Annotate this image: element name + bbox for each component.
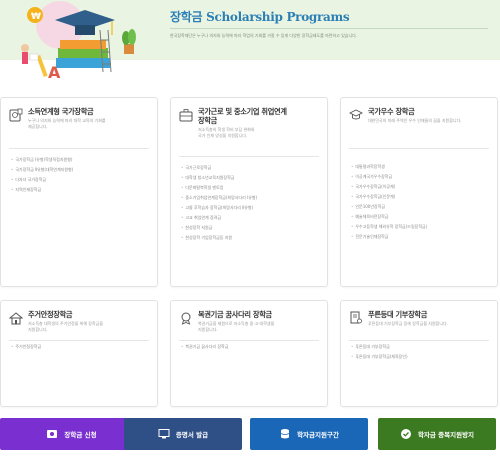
card-title: 국가우수 장학금 [368,107,415,116]
card-description: 푸른등대 기부장학금 등에 장학금을 지원합니다. [368,321,448,326]
card-item-list: 대통령과학장학생 이공계국가우수장학금 국가우수장학금(이공계) 국가우수장학금… [351,162,427,242]
list-item[interactable]: 주거안정장학금 [11,342,41,352]
list-item[interactable]: 국가우수장학금(이공계) [351,182,427,192]
button-label: 장학금 신청 [64,431,97,439]
check-circle-icon [400,429,411,439]
card-item-list: 국가근로장학금 대학생 청소년교육지원장학금 다문화탈북학생 멘토링 중소기업취… [181,163,257,243]
card-title: 복권기금 꿈사다리 장학금 [198,310,272,319]
button-label: 증명서 발급 [175,431,209,439]
list-item[interactable]: 한성장학 지원금 [181,223,257,233]
card-divider [9,340,149,341]
svg-text:₩: ₩ [31,12,41,22]
card-description: 대한민국의 미래 주역인 우수 인재들의 꿈을 지원합니다. [368,118,462,123]
briefcase-icon [179,109,193,122]
list-item[interactable]: 국가근로장학금 [181,163,257,173]
list-item[interactable]: 인문100년장학금 [351,202,427,212]
button-label: 학자금지원구간 [297,431,339,439]
card-income-linked[interactable]: 소득연계형 국가장학금 누구나 의지와 능력에 따라 대학 교육의 기회를 제공… [0,97,158,287]
house-icon [9,312,23,325]
card-item-list: 주거안정장학금 [11,342,41,352]
card-housing-stability[interactable]: 주거안정장학금 저소득층 대학생의 주거안정을 위해 장학금을 지원합니다. 주… [0,300,158,407]
card-title: 소득연계형 국가장학금 [28,107,94,116]
card-description: 저소득층 대학생의 주거안정을 위해 장학금을 지원합니다. [28,321,104,332]
list-item[interactable]: 푸른등대 기부장학금 [351,342,408,352]
card-item-list: 복권기금 꿈사다리 장학금 [181,342,228,352]
card-description: 누구나 의지와 능력에 따라 대학 교육의 기회를 제공합니다. [28,118,106,129]
page-title: 장학금 Scholarship Programs [170,10,350,24]
svg-text:A: A [48,63,61,82]
card-national-excellence[interactable]: 국가우수 장학금 대한민국의 미래 주역인 우수 인재들의 꿈을 지원합니다. … [340,97,498,287]
scholarship-apply-icon [47,430,58,438]
button-label: 학자금 중복지원방지 [417,431,475,439]
medal-icon [181,312,191,325]
income-linked-icon [9,108,23,122]
list-item[interactable]: 고교 취업연계 장려금 [181,213,257,223]
card-divider [179,340,319,341]
card-title: 푸른등대 기부장학금 [368,310,428,319]
graduation-cap-icon [349,109,363,120]
card-item-list: 푸른등대 기부장학금 푸른등대 기부장학금(체육장인) [351,342,408,362]
list-item[interactable]: 지역인재장학금 [11,185,73,195]
list-item[interactable]: 국가우수장학금(인문계) [351,192,427,202]
list-item[interactable]: 다자녀 국가장학금 [11,175,73,185]
certificate-issue-button[interactable]: 증명서 발급 [124,418,242,450]
list-item[interactable]: 국가장학금 Ⅱ유형(대학연계지원형) [11,165,73,175]
list-item[interactable]: 복권기금 꿈사다리 장학금 [181,342,228,352]
list-item[interactable]: 대학생 청소년교육지원장학금 [181,173,257,183]
list-item[interactable]: 다문화탈북학생 멘토링 [181,183,257,193]
list-item[interactable]: 한성장학 기업장학금등 지원 [181,233,257,243]
list-item[interactable]: 대통령과학장학생 [351,162,427,172]
list-item[interactable]: 푸른등대 기부장학금(체육장인) [351,352,407,362]
card-divider [349,148,489,149]
card-divider [349,340,489,341]
scholarship-apply-button[interactable]: 장학금 신청 [0,418,143,450]
card-divider [179,156,319,157]
certificate-issue-icon [158,429,170,439]
card-description: 저소득층의 학생 학비 부담 완화와 국가 인재 양성을 지원합니다. [198,127,255,138]
duplicate-prevention-button[interactable]: 학자금 중복지원방지 [378,418,496,450]
card-national-work[interactable]: 국가근로 및 중소기업 취업연계 장학금 저소득층의 학생 학비 부담 완화와 … [170,97,328,287]
list-item[interactable]: 고졸 후학습자 장학금(희망사다리 Ⅱ유형) [181,203,257,213]
list-item[interactable]: 중소기업취업연계장학금(희망사다리 Ⅰ유형) [181,193,257,203]
card-lottery-fund[interactable]: 복권기금 꿈사다리 장학금 복권기금을 재원으로 저소득층 중·고·대학생을 지… [170,300,328,407]
title-divider [170,28,488,29]
card-title: 주거안정장학금 [28,310,73,319]
support-bracket-button[interactable]: 학자금지원구간 [250,418,368,450]
list-item[interactable]: 우수고등학생 해외유학 장학금(드림장학금) [351,222,427,232]
card-item-list: 국가장학금 Ⅰ유형(학생직접지원형) 국가장학금 Ⅱ유형(대학연계지원형) 다자… [11,155,73,195]
card-divider [9,148,149,149]
page-subtitle: 한국장학재단은 누구나 의지와 능력에 따라 학업의 기회를 가질 수 있게 다… [170,33,358,38]
database-icon [280,429,290,439]
list-item[interactable]: 국가장학금 Ⅰ유형(학생직접지원형) [11,155,73,165]
list-item[interactable]: 전문기술인재장학금 [351,232,427,242]
list-item[interactable]: 이공계국가우수장학금 [351,172,427,182]
card-blue-lighthouse[interactable]: 푸른등대 기부장학금 푸른등대 기부장학금 등에 장학금을 지원합니다. 푸른등… [340,300,498,407]
card-description: 복권기금을 재원으로 저소득층 중·고·대학생을 지원합니다. [198,321,275,332]
hero-illustration: ₩ A [0,0,165,82]
list-item[interactable]: 예술체육비전장학금 [351,212,427,222]
card-title: 국가근로 및 중소기업 취업연계 장학금 [198,107,287,125]
certificate-icon [350,311,362,324]
